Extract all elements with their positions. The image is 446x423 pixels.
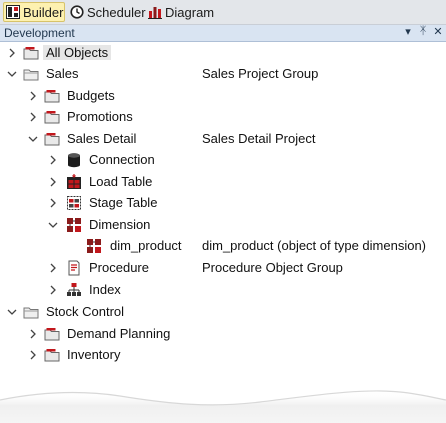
clock-icon [70, 5, 84, 19]
panel-header: Development ▾ ᛡ ✕ [0, 25, 446, 42]
tree-row-sales-detail[interactable]: Sales Detail Sales Detail Project [0, 129, 446, 149]
tree-label[interactable]: Stock Control [46, 304, 124, 319]
tree-label[interactable]: Demand Planning [67, 326, 170, 341]
tree-label[interactable]: Budgets [67, 88, 115, 103]
bar-chart-icon [148, 7, 162, 19]
tree-row-stock-control[interactable]: Stock Control [0, 302, 446, 322]
tree-label[interactable]: Dimension [89, 217, 150, 232]
folder-icon [23, 47, 39, 60]
tab-scheduler[interactable]: Scheduler [70, 2, 146, 22]
tree-row-promotions[interactable]: Promotions [0, 107, 446, 127]
tree-label[interactable]: Connection [89, 152, 155, 167]
tab-builder-label: Builder [23, 4, 64, 20]
load-table-icon [67, 174, 81, 189]
folder-icon [23, 69, 39, 81]
tab-bar: Builder Scheduler Diagram [0, 0, 446, 25]
index-icon [67, 283, 81, 296]
chevron-right-icon[interactable] [27, 328, 39, 340]
tree-label[interactable]: Promotions [67, 109, 133, 124]
tree-row-budgets[interactable]: Budgets [0, 86, 446, 106]
tree-description: dim_product (object of type dimension) [202, 238, 427, 253]
tree-row-dim-product[interactable]: dim_product dim_product (object of type … [0, 236, 446, 256]
folder-icon [44, 111, 60, 124]
tab-builder[interactable]: Builder [3, 2, 65, 22]
torn-edge-decoration [0, 390, 446, 423]
chevron-right-icon[interactable] [47, 154, 59, 166]
tab-diagram-label: Diagram [165, 4, 215, 20]
tree-description: Procedure Object Group [202, 260, 343, 275]
folder-icon [23, 307, 39, 319]
tree-row-all-objects[interactable]: All Objects [0, 43, 446, 63]
panel-close-button[interactable]: ✕ [432, 25, 444, 38]
tree-description: Sales Detail Project [202, 131, 316, 146]
dimension-icon [67, 218, 81, 232]
chevron-right-icon[interactable] [47, 197, 59, 209]
tree-row-index[interactable]: Index [0, 280, 446, 300]
tree-row-stage-table[interactable]: Stage Table [0, 193, 446, 213]
chevron-right-icon[interactable] [27, 111, 39, 123]
panel-title: Development [4, 26, 75, 40]
panel-menu-button[interactable]: ▾ [402, 25, 414, 38]
chevron-right-icon[interactable] [27, 90, 39, 102]
chevron-down-icon[interactable] [6, 306, 18, 318]
tree-row-sales[interactable]: Sales Sales Project Group [0, 64, 446, 84]
tree-label[interactable]: Sales [46, 66, 79, 81]
tree-label[interactable]: All Objects [43, 45, 112, 60]
procedure-icon [68, 260, 80, 276]
chevron-right-icon[interactable] [47, 176, 59, 188]
chevron-down-icon[interactable] [47, 219, 59, 231]
chevron-right-icon[interactable] [6, 47, 18, 59]
dimension-icon [87, 239, 101, 253]
tree-description: Sales Project Group [202, 66, 319, 81]
builder-icon [6, 5, 20, 19]
tree-row-load-table[interactable]: Load Table [0, 172, 446, 192]
chevron-right-icon[interactable] [47, 262, 59, 274]
panel-pin-button[interactable]: ᛡ [417, 25, 429, 37]
database-icon [68, 153, 80, 168]
tree-row-demand-planning[interactable]: Demand Planning [0, 324, 446, 344]
object-tree: All Objects Sales Sales Project Group Bu… [0, 42, 446, 423]
chevron-down-icon[interactable] [27, 133, 39, 145]
chevron-down-icon[interactable] [6, 68, 18, 80]
tree-label[interactable]: Load Table [89, 174, 152, 189]
tree-label[interactable]: dim_product [110, 238, 182, 253]
tree-row-connection[interactable]: Connection [0, 150, 446, 170]
chevron-right-icon[interactable] [27, 349, 39, 361]
tree-label[interactable]: Sales Detail [67, 131, 136, 146]
tree-label[interactable]: Stage Table [89, 195, 157, 210]
tree-row-procedure[interactable]: Procedure Procedure Object Group [0, 258, 446, 278]
stage-table-icon [67, 196, 81, 210]
tab-scheduler-label: Scheduler [87, 4, 146, 20]
tree-row-dimension[interactable]: Dimension [0, 215, 446, 235]
chevron-right-icon[interactable] [47, 284, 59, 296]
tree-row-inventory[interactable]: Inventory [0, 345, 446, 365]
tree-label[interactable]: Inventory [67, 347, 120, 362]
folder-icon [44, 133, 60, 146]
tree-label[interactable]: Index [89, 282, 121, 297]
folder-icon [44, 349, 60, 362]
folder-icon [44, 90, 60, 103]
folder-icon [44, 328, 60, 341]
tree-label[interactable]: Procedure [89, 260, 149, 275]
tab-diagram[interactable]: Diagram [148, 2, 214, 22]
